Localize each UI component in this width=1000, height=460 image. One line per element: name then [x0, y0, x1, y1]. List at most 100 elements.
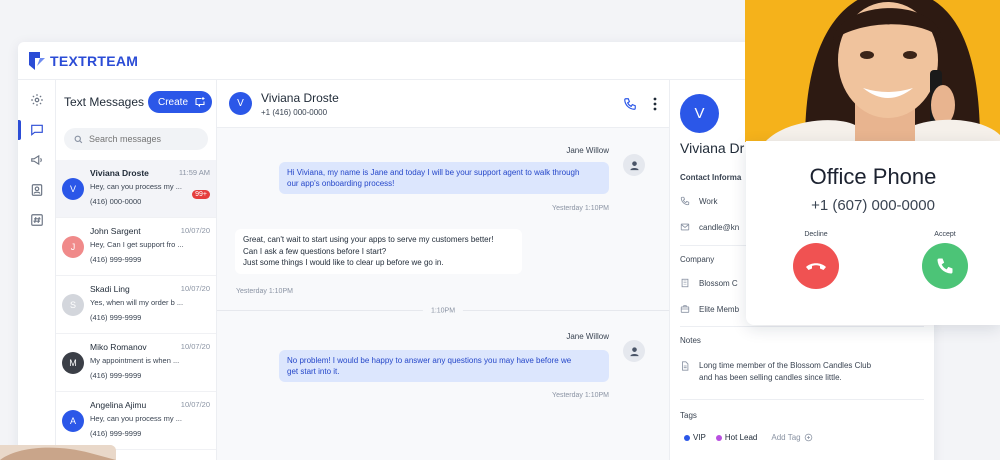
- conversation-phone: (416) 999-9999: [90, 371, 142, 380]
- conversation-name: John Sargent: [90, 226, 141, 236]
- details-name: Viviana Dr: [680, 140, 745, 156]
- message-text: Hi Viviana, my name is Jane and today I …: [287, 168, 580, 177]
- icon-rail: [18, 80, 56, 460]
- conversation-preview: Hey, can you process my ...: [90, 414, 182, 423]
- cropped-photo-thumbnail: [0, 445, 116, 460]
- message-time: Yesterday 1:10PM: [236, 288, 293, 295]
- phone-icon: [680, 196, 690, 206]
- hang-up-icon: [806, 263, 826, 270]
- phone-icon: [937, 258, 953, 274]
- rail-contacts[interactable]: [18, 176, 56, 204]
- note-text: Long time member of the Blossom Candles …: [699, 361, 872, 370]
- conversation-list-panel: Text Messages Create V Viviana Droste 11:…: [56, 80, 217, 460]
- rail-settings[interactable]: [18, 86, 56, 114]
- email-value: candle@kn: [699, 222, 740, 232]
- create-button[interactable]: Create: [147, 91, 212, 113]
- conversation-preview: Hey, can you process my ...: [90, 182, 182, 191]
- brand-name: TEXTRTEAM: [50, 52, 139, 69]
- caller-portrait-image: [745, 0, 1000, 142]
- company-name: Blossom C: [699, 278, 738, 288]
- divider: [680, 399, 924, 400]
- building-icon: [681, 278, 689, 288]
- tag-hot-lead[interactable]: Hot Lead: [715, 433, 758, 442]
- note-text: and has been selling candles since littl…: [699, 373, 842, 382]
- search-icon: [74, 135, 83, 143]
- company-heading: Company: [680, 255, 715, 264]
- agent-avatar: [623, 154, 645, 176]
- message-sender: Jane Willow: [566, 332, 609, 341]
- rail-campaigns[interactable]: [18, 146, 56, 174]
- contact-info-heading: Contact Informa: [680, 173, 742, 182]
- avatar: S: [62, 294, 84, 316]
- conversation-phone: (416) 999-9999: [90, 429, 142, 438]
- avatar: A: [62, 410, 84, 432]
- search-box[interactable]: [64, 128, 208, 150]
- message-text: Great, can't wait to start using your ap…: [243, 235, 494, 244]
- work-phone-row[interactable]: Work: [680, 196, 718, 206]
- brand-logo[interactable]: TEXTRTEAM: [28, 51, 138, 71]
- message-time: Yesterday 1:10PM: [552, 392, 609, 399]
- message-text: Just some things I would like to clear u…: [243, 258, 444, 267]
- membership-value: Elite Memb: [699, 304, 740, 314]
- conversation-name: Skadi Ling: [90, 284, 130, 294]
- unread-badge: 99+: [192, 190, 210, 199]
- conversation-item[interactable]: J John Sargent 10/07/20 Hey, Can I get su…: [56, 218, 216, 276]
- conversation-time: 10/07/20: [180, 284, 210, 293]
- conversation-item[interactable]: M Miko Romanov 10/07/20 My appointment is…: [56, 334, 216, 392]
- conversation-preview: Yes, when will my order b ...: [90, 298, 184, 307]
- user-icon: [629, 160, 639, 170]
- tag-label: Hot Lead: [724, 433, 758, 442]
- decline-label: Decline: [804, 231, 828, 238]
- message-time: Yesterday 1:10PM: [552, 205, 609, 212]
- chat-header: V Viviana Droste +1 (416) 000-0000: [217, 80, 669, 128]
- message-bubble-incoming: Great, can't wait to start using your ap…: [235, 229, 522, 274]
- message-text: our app's onboarding process!: [287, 179, 395, 188]
- call-number: +1 (607) 000-0000: [811, 197, 935, 214]
- phone-label: Work: [699, 196, 718, 206]
- caller-photo: [745, 0, 1000, 142]
- rail-channels[interactable]: [18, 206, 56, 234]
- avatar: V: [62, 178, 84, 200]
- notes-heading: Notes: [680, 336, 701, 345]
- message-thread: Jane Willow Hi Viviana, my name is Jane …: [217, 128, 669, 460]
- conversation-time: 11:59 AM: [178, 168, 210, 177]
- conversation-item[interactable]: A Angelina Ajimu 10/07/20 Hey, can you pr…: [56, 392, 216, 450]
- conversation-item[interactable]: V Viviana Droste 11:59 AM Hey, can you pr…: [56, 160, 216, 218]
- conversation-preview: Hey, Can I get support fro ...: [90, 240, 184, 249]
- incoming-call-card: Office Phone +1 (607) 000-0000 Decline A…: [746, 141, 1000, 325]
- tag-label: VIP: [693, 433, 706, 442]
- conversation-name: Angelina Ajimu: [90, 400, 147, 410]
- add-tag-button[interactable]: Add Tag: [771, 433, 812, 442]
- logo-mark-icon: [29, 51, 45, 70]
- divider-time: 1:10PM: [422, 307, 464, 315]
- conversation-preview: My appointment is when ...: [90, 356, 180, 365]
- more-vertical-icon[interactable]: [653, 97, 657, 111]
- tag-vip[interactable]: VIP: [684, 433, 706, 442]
- add-tag-label: Add Tag: [771, 433, 801, 442]
- accept-label: Accept: [934, 231, 956, 238]
- details-avatar: V: [680, 94, 719, 133]
- email-row[interactable]: candle@kn: [680, 222, 739, 232]
- accept-button[interactable]: [922, 243, 968, 289]
- megaphone-icon: [31, 154, 42, 166]
- contacts-icon: [31, 184, 43, 196]
- conversation-phone: (416) 999-9999: [90, 255, 142, 264]
- note-row: Long time member of the Blossom Candles …: [680, 360, 871, 384]
- decline-button[interactable]: [793, 243, 839, 289]
- plus-circle-icon: [804, 433, 812, 442]
- mail-icon: [680, 223, 690, 231]
- message-text: Can I ask a few questions before I start…: [243, 246, 387, 256]
- message-text: get start into it.: [287, 367, 340, 376]
- rail-messages[interactable]: [18, 116, 56, 144]
- time-divider: 1:10PM: [217, 307, 669, 315]
- conversation-phone: (416) 000-0000: [90, 197, 142, 206]
- conversation-item[interactable]: S Skadi Ling 10/07/20 Yes, when will my o…: [56, 276, 216, 334]
- avatar: M: [62, 352, 84, 374]
- call-title: Office Phone: [809, 164, 937, 189]
- hashtag-icon: [31, 214, 43, 226]
- search-input[interactable]: [89, 134, 199, 144]
- gear-icon: [31, 94, 43, 106]
- contact-avatar: V: [229, 92, 252, 115]
- avatar: J: [62, 236, 84, 258]
- phone-icon[interactable]: [623, 97, 637, 111]
